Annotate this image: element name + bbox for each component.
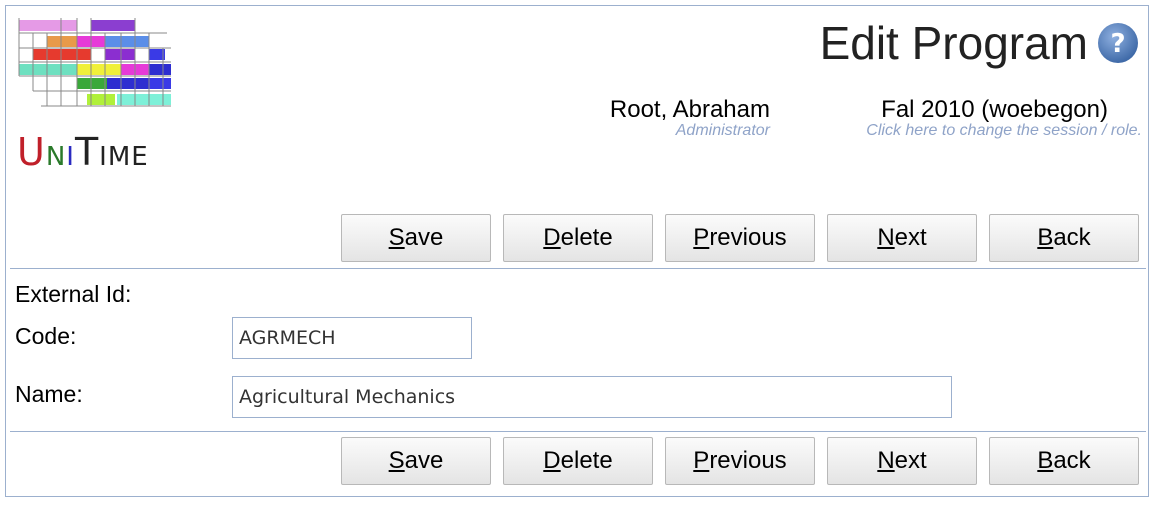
logo-letter: M — [107, 142, 132, 172]
logo-letter: I — [99, 142, 108, 172]
code-input[interactable] — [232, 317, 472, 359]
help-icon[interactable]: ? — [1096, 21, 1140, 65]
previous-button[interactable]: Previous — [665, 437, 815, 485]
user-role[interactable]: Administrator — [676, 122, 770, 140]
external-id-label: External Id: — [15, 281, 132, 307]
logo-grid-graphic — [17, 18, 171, 108]
previous-button[interactable]: Previous — [665, 214, 815, 262]
back-button[interactable]: Back — [989, 437, 1139, 485]
logo-letter: I — [66, 142, 75, 172]
session-change-hint[interactable]: Click here to change the session / role. — [866, 122, 1142, 140]
header-divider — [10, 268, 1146, 269]
logo-letter: T — [74, 130, 100, 174]
bottom-button-bar: Save Delete Previous Next Back — [341, 437, 1139, 485]
delete-button[interactable]: Delete — [503, 437, 653, 485]
logo-letter: N — [45, 142, 67, 172]
page-title: Edit Program — [819, 17, 1088, 69]
logo-letter: E — [131, 142, 149, 172]
name-input[interactable] — [232, 376, 952, 418]
top-button-bar: Save Delete Previous Next Back — [341, 214, 1139, 262]
session-name[interactable]: Fal 2010 (woebegon) — [881, 96, 1108, 124]
back-button[interactable]: Back — [989, 214, 1139, 262]
name-label: Name: — [15, 381, 83, 407]
next-button[interactable]: Next — [827, 214, 977, 262]
save-button[interactable]: Save — [341, 437, 491, 485]
delete-button[interactable]: Delete — [503, 214, 653, 262]
save-button[interactable]: Save — [341, 214, 491, 262]
footer-divider — [10, 431, 1146, 432]
next-button[interactable]: Next — [827, 437, 977, 485]
unitime-logo[interactable]: UNITIME — [17, 18, 177, 178]
code-label: Code: — [15, 323, 77, 349]
user-name[interactable]: Root, Abraham — [610, 96, 770, 124]
logo-letter: U — [17, 130, 46, 174]
svg-text:?: ? — [1110, 29, 1125, 59]
logo-wordmark: UNITIME — [17, 130, 177, 180]
